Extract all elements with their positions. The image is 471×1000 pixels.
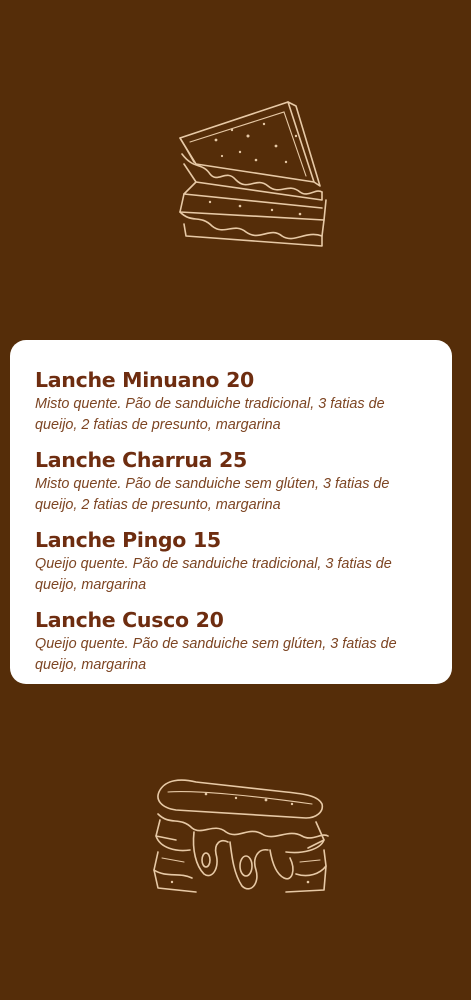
menu-item-price: 15 xyxy=(192,528,221,552)
menu-item-name: Lanche Pingo xyxy=(35,528,187,552)
menu-item-title: Lanche Pingo 15 xyxy=(35,526,428,554)
menu-item-title: Lanche Cusco 20 xyxy=(35,606,428,634)
menu-item-title: Lanche Charrua 25 xyxy=(35,446,428,474)
menu-item-name: Lanche Charrua xyxy=(35,448,213,472)
menu-card: Lanche Minuano 20 Misto quente. Pão de s… xyxy=(10,340,452,684)
menu-item-description: Queijo quente. Pão de sanduiche sem glút… xyxy=(35,636,397,673)
top-sandwich-illustration xyxy=(0,96,471,250)
menu-item-name: Lanche Minuano xyxy=(35,368,220,392)
menu-item-title: Lanche Minuano 20 xyxy=(35,366,428,394)
menu-item-price: 25 xyxy=(219,448,247,472)
menu-item-description: Misto quente. Pão de sanduiche tradicion… xyxy=(35,396,385,433)
menu-item-description: Misto quente. Pão de sanduiche sem glúte… xyxy=(35,476,390,513)
menu-item-pingo: Lanche Pingo 15 Queijo quente. Pão de sa… xyxy=(35,526,428,596)
menu-item-description: Queijo quente. Pão de sanduiche tradicio… xyxy=(35,556,392,593)
stacked-sandwich-triangles-icon xyxy=(178,101,327,247)
menu-item-cusco: Lanche Cusco 20 Queijo quente. Pão de sa… xyxy=(35,606,428,676)
melted-cheese-sandwich-icon xyxy=(152,779,329,893)
menu-item-price: 20 xyxy=(195,608,224,632)
bottom-sandwich-illustration xyxy=(0,770,471,900)
menu-item-name: Lanche Cusco xyxy=(35,608,189,632)
menu-item-price: 20 xyxy=(226,368,254,392)
menu-item-charrua: Lanche Charrua 25 Misto quente. Pão de s… xyxy=(35,446,428,516)
menu-item-minuano: Lanche Minuano 20 Misto quente. Pão de s… xyxy=(35,366,428,436)
